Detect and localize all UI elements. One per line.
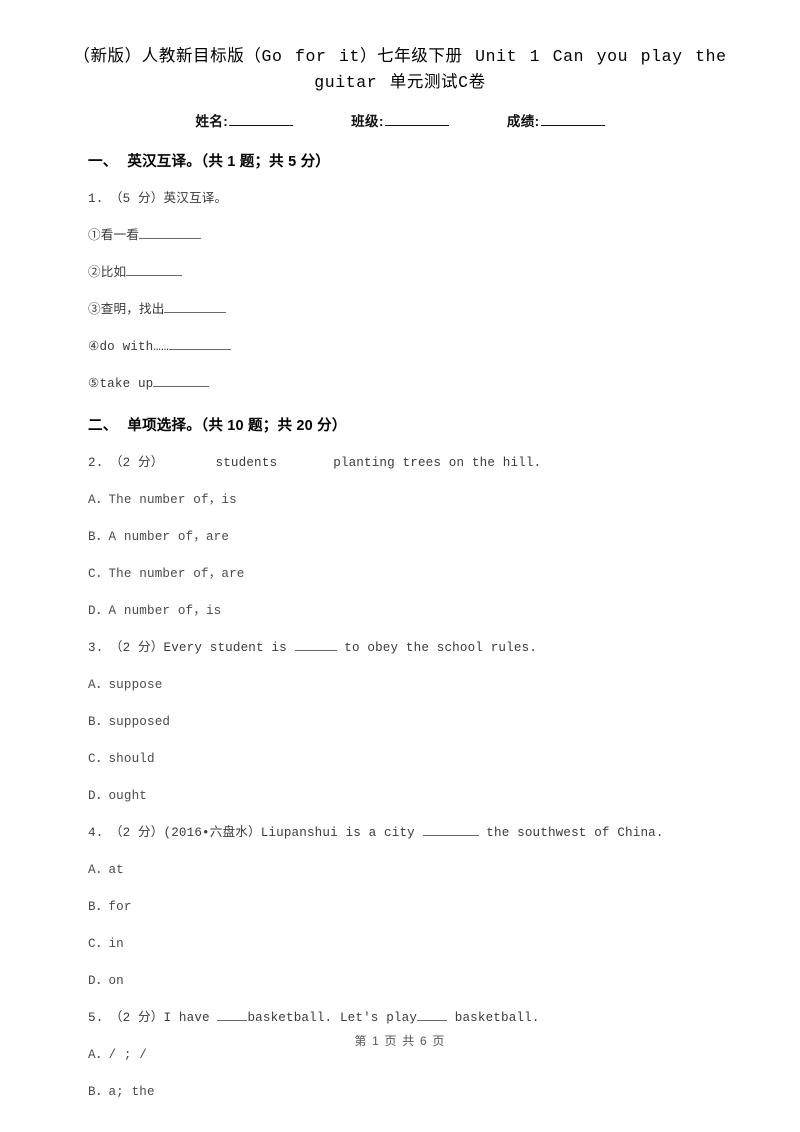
question-4-option-a[interactable]: A．at bbox=[88, 862, 738, 878]
question-1-subitem-4: ④do with…… bbox=[88, 339, 738, 355]
question-3-option-d[interactable]: D．ought bbox=[88, 788, 738, 804]
class-label: 班级: bbox=[351, 114, 384, 129]
question-5-stem-post: basketball. bbox=[447, 1011, 540, 1025]
answer-blank[interactable] bbox=[138, 238, 201, 239]
section-heading-2: 二、 单项选择。（共 10 题；共 20 分） bbox=[88, 414, 738, 435]
question-3-stem-pre: 3. （2 分）Every student is bbox=[88, 641, 295, 655]
question-4-option-b[interactable]: B．for bbox=[88, 899, 738, 915]
question-2-stem-mid: students bbox=[215, 456, 278, 470]
question-2-option-d[interactable]: D．A number of，is bbox=[88, 603, 738, 619]
subitem-text: ⑤take up bbox=[88, 377, 154, 391]
answer-blank[interactable] bbox=[422, 835, 479, 836]
question-3-option-b[interactable]: B．supposed bbox=[88, 714, 738, 730]
page-title: （新版）人教新目标版（Go for it）七年级下册 Unit 1 Can yo… bbox=[73, 47, 727, 92]
subitem-text: ③查明，找出 bbox=[88, 303, 165, 317]
question-2-option-c[interactable]: C．The number of，are bbox=[88, 566, 738, 582]
name-label: 姓名: bbox=[195, 114, 229, 129]
question-3-stem: 3. （2 分）Every student is to obey the sch… bbox=[88, 640, 738, 656]
question-1-subitem-3: ③查明，找出 bbox=[88, 302, 738, 318]
question-3-option-c[interactable]: C．should bbox=[88, 751, 738, 767]
question-4-option-c[interactable]: C．in bbox=[88, 936, 738, 952]
question-4-stem-pre: 4. （2 分）(2016•六盘水）Liupanshui is a city bbox=[88, 826, 423, 840]
question-2-option-a[interactable]: A．The number of，is bbox=[88, 492, 738, 508]
question-5-stem-pre: 5. （2 分）I have bbox=[88, 1011, 218, 1025]
exam-content: 一、 英汉互译。（共 1 题；共 5 分） 1. （5 分）英汉互译。 ①看一看 … bbox=[0, 150, 800, 1100]
answer-blank[interactable] bbox=[153, 386, 210, 387]
question-4-stem-post: the southwest of China. bbox=[478, 826, 664, 840]
question-4-option-d[interactable]: D．on bbox=[88, 973, 738, 989]
score-label: 成绩: bbox=[506, 114, 540, 129]
name-field-group: 姓名: bbox=[195, 110, 294, 130]
answer-blank[interactable] bbox=[294, 650, 337, 651]
question-3-stem-post: to obey the school rules. bbox=[336, 641, 537, 655]
answer-blank[interactable] bbox=[217, 1020, 248, 1021]
subitem-text: ①看一看 bbox=[88, 229, 139, 243]
answer-blank[interactable] bbox=[164, 312, 227, 313]
question-5-option-a[interactable]: A．/ ; / bbox=[88, 1047, 738, 1063]
question-2-stem-pre: 2. （2 分） bbox=[88, 456, 164, 470]
question-1-subitem-5: ⑤take up bbox=[88, 376, 738, 392]
section-heading-1: 一、 英汉互译。（共 1 题；共 5 分） bbox=[88, 150, 738, 171]
question-5-option-b[interactable]: B．a; the bbox=[88, 1084, 738, 1100]
name-blank[interactable] bbox=[229, 113, 294, 126]
subitem-text: ④do with…… bbox=[88, 340, 169, 354]
answer-blank[interactable] bbox=[417, 1020, 448, 1021]
section-1-number: 一、 bbox=[88, 154, 118, 170]
question-2-stem-post: planting trees on the hill. bbox=[333, 456, 542, 470]
section-1-title: 英汉互译。（共 1 题；共 5 分） bbox=[127, 154, 330, 170]
question-1-subitem-2: ②比如 bbox=[88, 265, 738, 281]
answer-blank[interactable] bbox=[126, 275, 183, 276]
section-2-number: 二、 bbox=[88, 418, 118, 434]
question-4-stem: 4. （2 分）(2016•六盘水）Liupanshui is a city t… bbox=[88, 825, 738, 841]
answer-blank[interactable] bbox=[168, 349, 231, 350]
page-footer: 第 1 页 共 6 页 bbox=[354, 1034, 446, 1048]
question-1-stem: 1. （5 分）英汉互译。 bbox=[88, 192, 228, 206]
question-5-stem-mid: basketball. Let's play bbox=[247, 1011, 418, 1025]
score-blank[interactable] bbox=[540, 113, 605, 126]
student-info-row: 姓名: 班级: 成绩: bbox=[0, 110, 800, 130]
section-2-title: 单项选择。（共 10 题；共 20 分） bbox=[127, 418, 347, 434]
question-3-option-a[interactable]: A．suppose bbox=[88, 677, 738, 693]
question-1-subitem-1: ①看一看 bbox=[88, 228, 738, 244]
question-2-option-b[interactable]: B．A number of，are bbox=[88, 529, 738, 545]
subitem-text: ②比如 bbox=[88, 266, 127, 280]
class-field-group: 班级: bbox=[351, 110, 449, 130]
score-field-group: 成绩: bbox=[507, 110, 605, 130]
question-5-stem: 5. （2 分）I have basketball. Let's play ba… bbox=[88, 1010, 738, 1026]
class-blank[interactable] bbox=[384, 113, 449, 126]
exam-page: （新版）人教新目标版（Go for it）七年级下册 Unit 1 Can yo… bbox=[0, 0, 800, 1132]
question-2-stem: 2. （2 分） students planting trees on the hi… bbox=[88, 455, 738, 471]
